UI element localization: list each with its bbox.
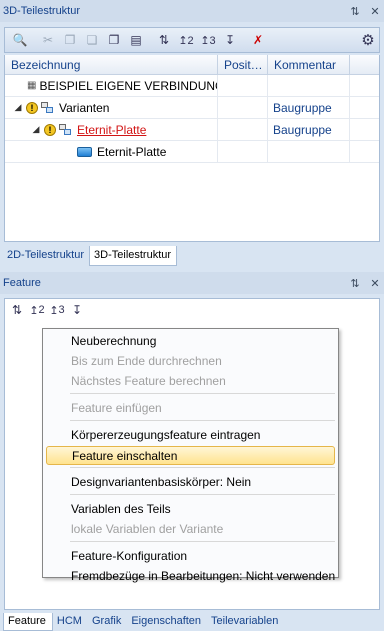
solid-body-icon (77, 146, 92, 157)
tab-eigenschaften[interactable]: Eigenschaften (127, 613, 207, 631)
level3-icon[interactable]: ↥3 (197, 30, 219, 50)
warning-icon: ! (44, 123, 56, 136)
level-all-icon[interactable]: ⇅ (8, 300, 26, 320)
copy2-icon[interactable]: ❐ (103, 30, 125, 50)
level-all-icon[interactable]: ⇅ (153, 30, 175, 50)
assembly-icon (59, 123, 73, 136)
feature-toolbar: ⇅ ↥ 2 ↥ 3 ↧ (8, 300, 86, 320)
settings-icon[interactable]: ⚙ (357, 30, 379, 50)
cut-icon[interactable]: ✂ (37, 30, 59, 50)
tab-feature[interactable]: Feature (3, 613, 53, 631)
table-row[interactable]: ▦ BEISPIEL EIGENE VERBINDUNG (5, 75, 379, 97)
close-icon[interactable]: ✕ (370, 277, 380, 290)
expand-icon[interactable]: ↧ (219, 30, 241, 50)
menu-item-bis-zum-ende[interactable]: Bis zum Ende durchrechnen (46, 351, 335, 371)
paste2-icon[interactable]: ▤ (125, 30, 147, 50)
delete-icon[interactable]: ✗ (247, 30, 269, 50)
tab-2d-teilestruktur[interactable]: 2D-Teilestruktur (3, 246, 89, 266)
col-kommentar[interactable]: Kommentar (268, 55, 350, 74)
row-name: BEISPIEL EIGENE VERBINDUNG (39, 78, 218, 93)
row-comment: Baugruppe (268, 97, 350, 118)
warning-icon: ! (26, 101, 38, 114)
tab-teilevariablen[interactable]: Teilevariablen (207, 613, 284, 631)
paste-icon[interactable]: ❏ (81, 30, 103, 50)
tab-3d-teilestruktur[interactable]: 3D-Teilestruktur (89, 246, 178, 266)
top-panel-title: 3D-Teilestruktur (3, 5, 81, 17)
copy-icon[interactable]: ❐ (59, 30, 81, 50)
menu-item-koerpererzeugung[interactable]: Körpererzeugungsfeature eintragen (46, 425, 335, 445)
collapse-arrow-icon[interactable]: ◢ (31, 123, 41, 137)
structure-toolbar: 🔍 ✂ ❐ ❏ ❐ ▤ ⇅ ↥2 ↥3 ↧ ✗ ⚙ (4, 27, 380, 53)
menu-item-designvariantenbasiskoerper[interactable]: Designvariantenbasiskörper: Nein (46, 472, 335, 492)
feature-panel-header: Feature ⇅ ✕ (0, 272, 384, 294)
menu-item-fremdbezuege[interactable]: Fremdbezüge in Bearbeitungen: Nicht verw… (46, 566, 335, 586)
col-extra[interactable] (350, 55, 379, 74)
structure-tree: Bezeichnung Posit… Kommentar ▦ BEISPIEL … (4, 55, 380, 242)
table-row[interactable]: ◢ ! Varianten Baugruppe (5, 97, 379, 119)
tab-hcm[interactable]: HCM (53, 613, 88, 631)
structure-tabs: 2D-Teilestruktur 3D-Teilestruktur (0, 246, 178, 266)
row-name: Eternit-Platte (97, 144, 167, 159)
top-panel-header: 3D-Teilestruktur ⇅ ✕ (0, 0, 384, 22)
collapse-arrow-icon[interactable]: ◢ (13, 101, 23, 115)
menu-item-neuberechnung[interactable]: Neuberechnung (46, 331, 335, 351)
row-comment: Baugruppe (268, 119, 350, 140)
col-position[interactable]: Posit… (218, 55, 268, 74)
table-row[interactable]: Eternit-Platte (5, 141, 379, 163)
feature-panel-title: Feature (3, 277, 41, 289)
level3-icon[interactable]: ↥3 (48, 300, 66, 320)
menu-item-feature-konfiguration[interactable]: Feature-Konfiguration (46, 546, 335, 566)
row-name-link[interactable]: Eternit-Platte (77, 123, 146, 137)
close-icon[interactable]: ✕ (370, 5, 380, 18)
menu-item-feature-einschalten[interactable]: Feature einschalten (46, 446, 335, 465)
bottom-tabs: Feature HCM Grafik Eigenschaften Teileva… (0, 613, 284, 631)
pin-icon[interactable]: ⇅ (350, 277, 360, 290)
menu-item-feature-einfuegen[interactable]: Feature einfügen (46, 398, 335, 418)
level2-icon[interactable]: ↥2 (175, 30, 197, 50)
pin-icon[interactable]: ⇅ (350, 5, 360, 18)
tab-grafik[interactable]: Grafik (88, 613, 127, 631)
level2-icon[interactable]: ↥2 (28, 300, 46, 320)
assembly-icon (41, 101, 55, 114)
expand-icon[interactable]: ↧ (68, 300, 86, 320)
context-menu: Neuberechnung Bis zum Ende durchrechnen … (42, 328, 339, 583)
menu-item-naechstes-feature[interactable]: Nächstes Feature berechnen (46, 371, 335, 391)
row-name: Varianten (59, 100, 110, 115)
tree-header: Bezeichnung Posit… Kommentar (5, 55, 379, 75)
search-icon[interactable]: 🔍 (9, 30, 31, 50)
table-row[interactable]: ◢ ! Eternit-Platte Baugruppe (5, 119, 379, 141)
col-bezeichnung[interactable]: Bezeichnung (5, 55, 218, 74)
menu-item-variablen-des-teils[interactable]: Variablen des Teils (46, 499, 335, 519)
part-icon: ▦ (27, 80, 37, 91)
menu-item-lokale-variablen[interactable]: lokale Variablen der Variante (46, 519, 335, 539)
